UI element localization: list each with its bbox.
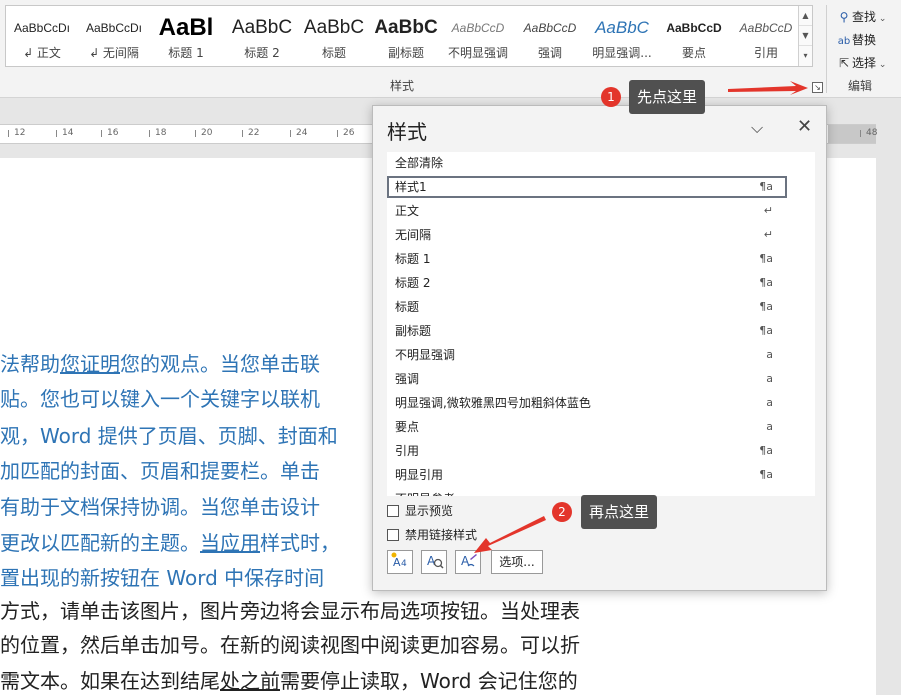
annotation-arrows — [474, 81, 808, 553]
annotation-arrow-2 — [474, 516, 546, 553]
step-1-callout: 先点这里 — [629, 80, 706, 114]
step-1-badge: 1 — [601, 87, 621, 107]
step-2-badge: 2 — [552, 502, 572, 522]
annotation-arrow-1 — [728, 81, 808, 95]
step-2-callout: 再点这里 — [581, 495, 658, 529]
